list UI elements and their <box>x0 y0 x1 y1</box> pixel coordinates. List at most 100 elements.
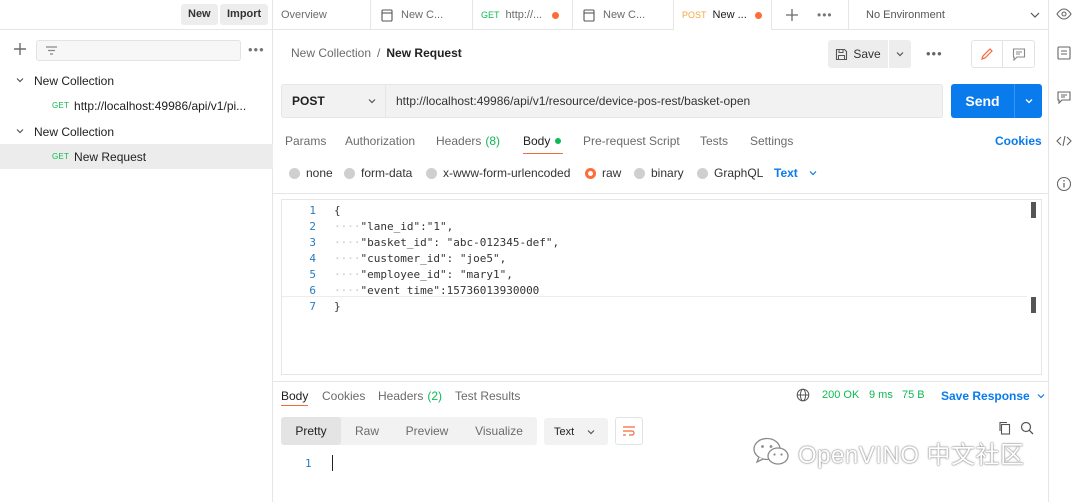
environment-label: No Environment <box>866 9 945 21</box>
comment-doc-icon <box>1012 48 1025 61</box>
save-label: Save <box>853 47 881 61</box>
view-raw[interactable]: Raw <box>341 417 393 445</box>
radio-graphql[interactable]: GraphQL <box>697 166 763 180</box>
response-tab-body[interactable]: Body <box>281 389 308 403</box>
method-badge: POST <box>682 10 707 20</box>
body-format-select[interactable]: Text <box>774 166 818 180</box>
view-visualize[interactable]: Visualize <box>461 417 537 445</box>
response-time[interactable]: 9 ms <box>869 389 893 401</box>
tab-get-request[interactable]: GET http://... <box>473 0 573 30</box>
request-more-icon[interactable]: ••• <box>926 46 943 61</box>
tab-body[interactable]: Body <box>523 134 562 148</box>
import-button[interactable]: Import <box>220 4 269 25</box>
code-line: ····"employee_id": "mary1", <box>334 268 513 281</box>
method-select[interactable]: POST <box>281 84 386 118</box>
tab-body-label: Body <box>523 134 551 148</box>
response-format-value: Text <box>554 425 575 438</box>
radio-none[interactable]: none <box>289 166 333 180</box>
tab-tests[interactable]: Tests <box>700 134 728 148</box>
plus-icon[interactable] <box>11 40 29 58</box>
documentation-icon[interactable] <box>1056 45 1072 61</box>
tree-request-selected[interactable]: GET New Request <box>0 144 273 169</box>
view-pretty[interactable]: Pretty <box>281 417 341 445</box>
method-badge: GET <box>52 101 70 110</box>
current-line-highlight <box>282 296 1027 297</box>
chevron-down-icon <box>1037 394 1045 399</box>
radio-form-data[interactable]: form-data <box>344 166 412 180</box>
radio-binary[interactable]: binary <box>634 166 684 180</box>
filter-input[interactable] <box>36 40 241 61</box>
response-tab-headers[interactable]: Headers (2) <box>378 389 442 403</box>
response-format-select[interactable]: Text <box>544 418 608 445</box>
tab-settings[interactable]: Settings <box>750 134 793 148</box>
response-tab-test-results[interactable]: Test Results <box>455 389 520 403</box>
filter-icon <box>46 46 57 55</box>
send-options-button[interactable] <box>1014 84 1042 118</box>
url-input[interactable]: http://localhost:49986/api/v1/resource/d… <box>386 84 943 118</box>
breadcrumb-parent[interactable]: New Collection <box>291 46 371 60</box>
code-line: } <box>334 300 341 313</box>
response-status[interactable]: 200 OK <box>822 389 859 401</box>
edit-mode-button[interactable] <box>972 41 1003 67</box>
cookies-link[interactable]: Cookies <box>995 134 1042 148</box>
tree-request-get[interactable]: GET http://localhost:49986/api/v1/pi... <box>0 93 273 118</box>
new-tab-plus-icon[interactable] <box>784 7 800 23</box>
tab-collection-1[interactable]: New C... <box>371 0 473 30</box>
tab-post-request-active[interactable]: POST New ... <box>674 0 772 31</box>
eye-icon[interactable] <box>1056 6 1072 22</box>
info-icon[interactable] <box>1056 176 1072 192</box>
editor-scrollbar-thumb[interactable] <box>1031 202 1036 218</box>
more-options-icon[interactable]: ••• <box>248 42 265 57</box>
code-text: "employee_id": "mary1", <box>360 268 513 281</box>
right-rail <box>1048 0 1080 502</box>
breadcrumb: New Collection / New Request <box>291 46 462 60</box>
new-button[interactable]: New <box>181 4 218 25</box>
body-editor[interactable]: 1 { 2 ····"lane_id":"1", 3 ····"basket_i… <box>281 199 1042 375</box>
tree-collection-2[interactable]: New Collection <box>0 119 273 144</box>
method-badge: GET <box>481 10 500 20</box>
chevron-down-icon <box>809 171 817 176</box>
tab-headers[interactable]: Headers (8) <box>436 134 500 148</box>
code-text: } <box>334 300 341 313</box>
save-button[interactable]: Save <box>828 40 888 68</box>
wrap-lines-button[interactable] <box>615 417 643 445</box>
tab-params[interactable]: Params <box>285 134 326 148</box>
tabs-more-icon[interactable]: ••• <box>817 8 833 22</box>
tab-label: New ... <box>712 9 747 21</box>
tab-prerequest-script[interactable]: Pre-request Script <box>583 134 680 148</box>
send-button[interactable]: Send <box>951 84 1014 118</box>
wrap-lines-icon <box>623 426 635 436</box>
response-size[interactable]: 75 B <box>902 389 925 401</box>
comments-icon[interactable] <box>1056 89 1072 105</box>
radio-circle <box>634 167 645 179</box>
globe-icon[interactable] <box>796 388 810 402</box>
breadcrumb-current[interactable]: New Request <box>386 46 461 60</box>
radio-circle <box>697 167 708 179</box>
active-tab-indicator <box>281 405 308 406</box>
code-line: ····"basket_id": "abc-012345-def", <box>334 236 559 249</box>
tab-overview[interactable]: Overview <box>273 0 371 30</box>
tab-authorization[interactable]: Authorization <box>345 134 415 148</box>
method-badge: GET <box>52 152 70 161</box>
response-tab-cookies[interactable]: Cookies <box>322 389 365 403</box>
radio-circle <box>426 167 437 179</box>
indent-guide: ···· <box>334 268 361 281</box>
editor-scrollbar-marker[interactable] <box>1031 297 1036 313</box>
view-preview[interactable]: Preview <box>393 417 461 445</box>
radio-urlencoded[interactable]: x-www-form-urlencoded <box>426 166 570 180</box>
code-icon[interactable] <box>1056 133 1072 149</box>
documentation-mode-button[interactable] <box>1003 41 1034 67</box>
chevron-down-icon <box>1030 12 1040 18</box>
request-label: http://localhost:49986/api/v1/pi... <box>74 98 247 113</box>
save-response-button[interactable]: Save Response <box>941 389 1046 403</box>
code-line: ····"customer_id": "joe5", <box>334 252 506 265</box>
view-label: Preview <box>405 424 449 438</box>
environment-select[interactable]: No Environment <box>848 0 1048 30</box>
tab-collection-2[interactable]: New C... <box>573 0 674 30</box>
tree-collection-1[interactable]: New Collection <box>0 68 273 93</box>
save-options-button[interactable] <box>889 40 911 68</box>
chevron-down-icon <box>368 99 376 104</box>
radio-raw[interactable]: raw <box>585 166 621 180</box>
tab-label: http://... <box>505 9 543 21</box>
radio-label: none <box>306 166 333 180</box>
